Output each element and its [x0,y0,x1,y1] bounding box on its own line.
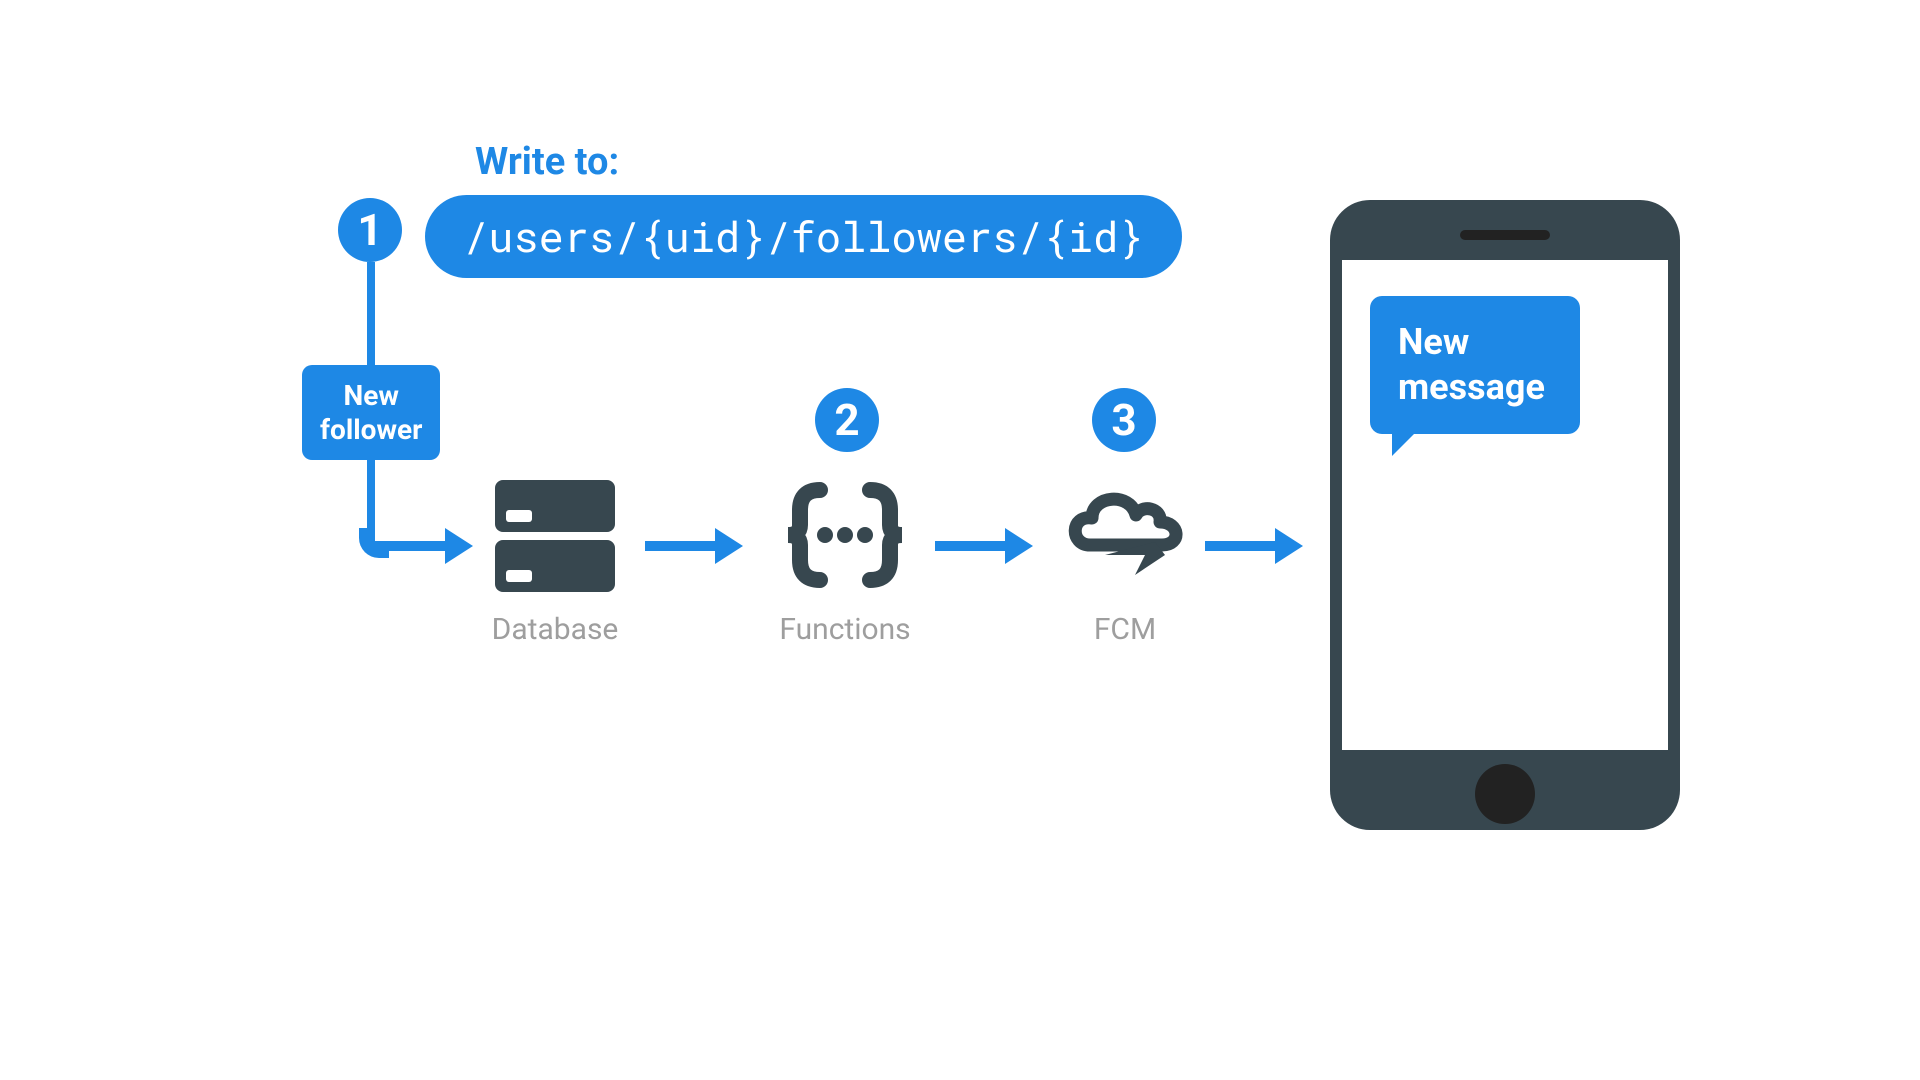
functions-label: Functions [770,612,920,647]
database-label: Database [480,612,630,647]
step-3-badge: 3 [1092,388,1156,452]
arrow-icon [1205,528,1303,564]
arrow-icon [645,528,743,564]
fcm-icon [1050,470,1200,600]
arrow-icon [375,528,473,564]
arrow-icon [935,528,1033,564]
fcm-service: FCM [1050,470,1200,647]
message-line2: message [1398,365,1552,410]
message-line1: New [1398,320,1552,365]
architecture-diagram: Write to: /users/{uid}/followers/{id} 1 … [240,150,1680,960]
fcm-label: FCM [1050,612,1200,647]
phone-screen: New message [1342,260,1668,750]
step-2-badge: 2 [815,388,879,452]
step-1-badge: 1 [338,198,402,262]
phone-device: New message [1330,200,1680,830]
database-icon [480,470,630,600]
phone-speaker [1460,230,1550,240]
functions-service: Functions [770,470,920,647]
database-service: Database [480,470,630,647]
db-path-pill: /users/{uid}/followers/{id} [425,195,1182,278]
functions-icon [770,470,920,600]
message-bubble: New message [1370,296,1580,434]
write-to-label: Write to: [475,140,619,184]
phone-home-button [1475,764,1535,824]
new-follower-line1: New [320,379,422,413]
connector-line [367,262,375,367]
